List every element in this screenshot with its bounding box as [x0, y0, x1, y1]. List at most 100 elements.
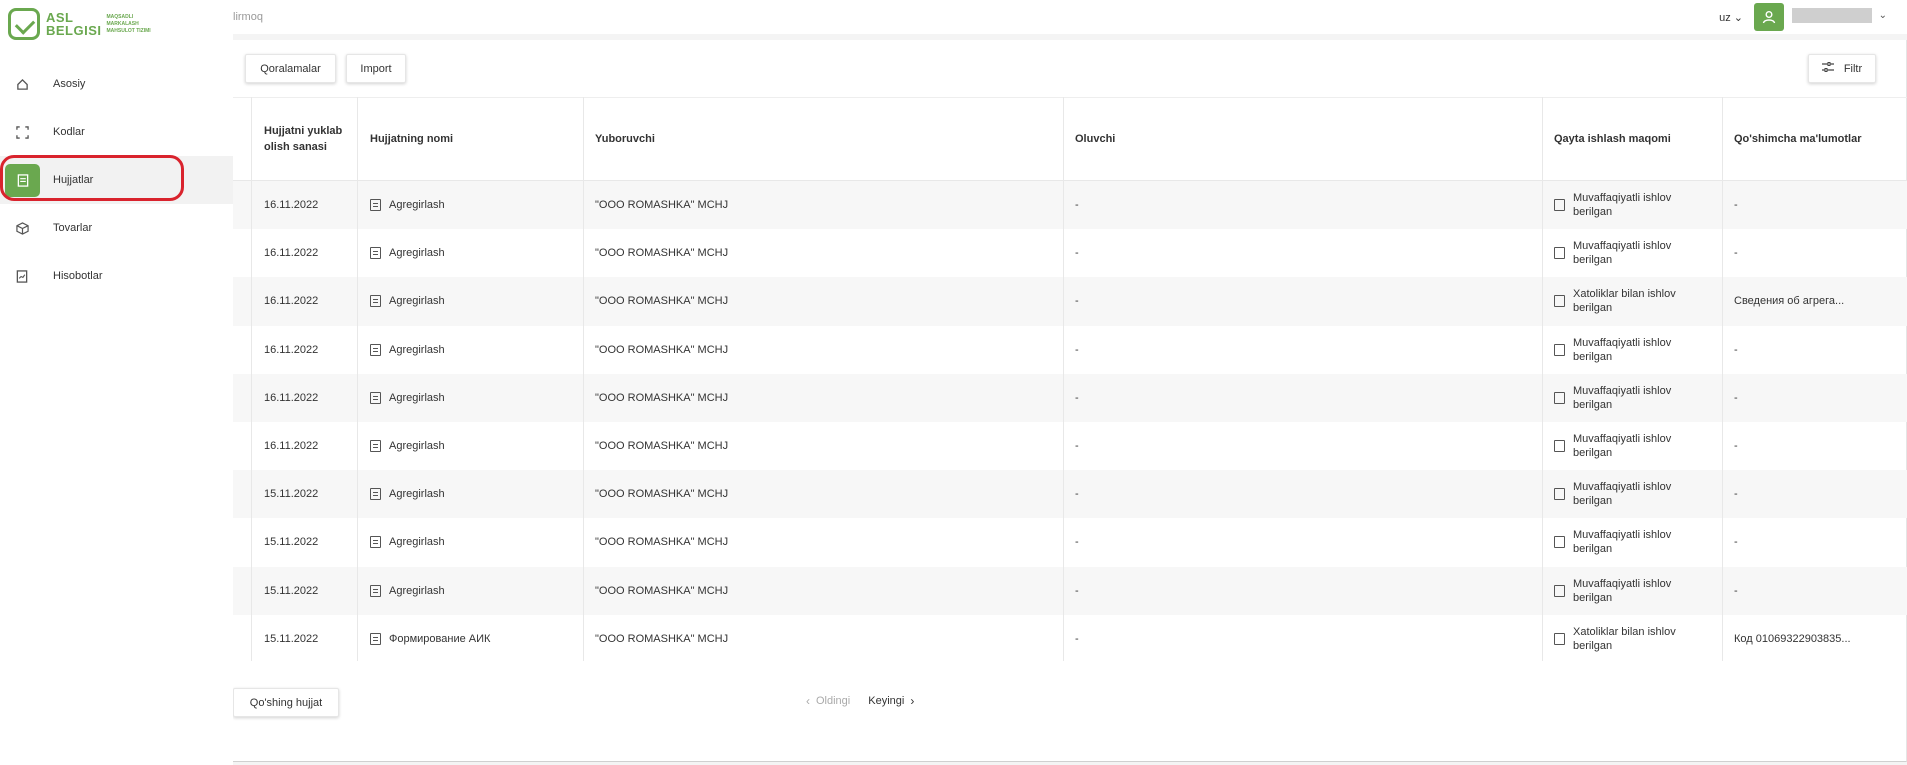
chevron-down-icon: ⌄	[1733, 12, 1743, 24]
table-header-row: Hujjatni yuklab olish sanasi Hujjatning …	[233, 97, 1907, 181]
breadcrumb[interactable]: lirmoq	[233, 11, 263, 23]
document-icon	[5, 164, 40, 197]
cell-sender: "OOO ROMASHKA" MCHJ	[595, 488, 729, 501]
status-text: Muvaffaqiyatli ishlov berilgan	[1573, 240, 1672, 267]
document-edit-icon	[370, 199, 381, 212]
sidebar-item-kodlar[interactable]: Kodlar	[0, 108, 233, 156]
cell-receiver: -	[1075, 536, 1079, 549]
table-row[interactable]: 16.11.2022 Agregirlash "OOO ROMASHKA" MCHJ…	[233, 422, 1907, 470]
status-document-icon	[1554, 199, 1565, 212]
templates-button[interactable]: Qoralamalar	[245, 54, 336, 83]
user-icon	[1762, 11, 1776, 24]
status-document-icon	[1554, 488, 1565, 501]
cell-sender: "OOO ROMASHKA" MCHJ	[595, 247, 729, 260]
cell-status: Muvaffaqiyatli ishlov berilgan	[1554, 326, 1714, 374]
add-document-button[interactable]: Qo'shing hujjat	[233, 688, 339, 717]
document-name-text: Формирование АИК	[389, 632, 491, 645]
cell-document-name[interactable]: Agregirlash	[370, 181, 580, 229]
column-header-receiver[interactable]: Oluvchi	[1075, 98, 1525, 180]
sidebar-item-asosiy[interactable]: Asosiy	[0, 60, 233, 108]
cell-sender: "OOO ROMASHKA" MCHJ	[595, 343, 729, 356]
table-row[interactable]: 16.11.2022 Agregirlash "OOO ROMASHKA" MCHJ…	[233, 181, 1907, 230]
cell-status: Xatoliklar bilan ishlov berilgan	[1554, 277, 1714, 325]
cell-document-name[interactable]: Agregirlash	[370, 422, 580, 470]
avatar[interactable]	[1754, 3, 1784, 31]
cell-sender: "OOO ROMASHKA" MCHJ	[595, 295, 729, 308]
cell-extra-info: -	[1734, 343, 1738, 356]
language-select[interactable]: uz ⌄	[1719, 11, 1743, 24]
table-row[interactable]: 15.11.2022 Agregirlash "OOO ROMASHKA" MCHJ…	[233, 518, 1907, 566]
table-row[interactable]: 15.11.2022 Agregirlash "OOO ROMASHKA" MCHJ…	[233, 470, 1907, 519]
home-icon	[15, 77, 29, 91]
user-name-redacted[interactable]	[1792, 8, 1872, 23]
column-header-extra[interactable]: Qo'shimcha ma'lumotlar	[1734, 98, 1894, 180]
status-document-icon	[1554, 343, 1565, 356]
filter-button[interactable]: Filtr	[1808, 54, 1876, 83]
cell-document-name[interactable]: Agregirlash	[370, 326, 580, 374]
next-page-button[interactable]: Keyingi ›	[868, 694, 920, 708]
cell-receiver: -	[1075, 632, 1079, 645]
cell-document-name[interactable]: Agregirlash	[370, 470, 580, 518]
sidebar-item-label: Kodlar	[53, 126, 85, 138]
document-edit-icon	[370, 488, 381, 501]
logo-check-icon	[8, 8, 40, 40]
sidebar-item-hisobotlar[interactable]: Hisobotlar	[0, 252, 233, 300]
import-button[interactable]: Import	[346, 54, 406, 83]
status-text: Muvaffaqiyatli ishlov berilgan	[1573, 336, 1672, 363]
document-name-text: Agregirlash	[389, 440, 445, 453]
table-row[interactable]: 16.11.2022 Agregirlash "OOO ROMASHKA" MCHJ…	[233, 326, 1907, 374]
column-divider	[583, 97, 584, 661]
cell-receiver: -	[1075, 247, 1079, 260]
document-edit-icon	[370, 584, 381, 597]
document-name-text: Agregirlash	[389, 199, 445, 212]
chevron-left-icon: ‹	[806, 694, 810, 708]
cell-receiver: -	[1075, 584, 1079, 597]
cell-sender: "OOO ROMASHKA" MCHJ	[595, 391, 729, 404]
column-header-sender[interactable]: Yuboruvchi	[595, 98, 1045, 180]
status-document-icon	[1554, 584, 1565, 597]
column-header-name[interactable]: Hujjatning nomi	[370, 98, 580, 180]
chevron-right-icon: ›	[910, 694, 915, 708]
document-name-text: Agregirlash	[389, 488, 445, 501]
chevron-down-icon[interactable]: ⌄	[1879, 10, 1887, 21]
cell-date: 16.11.2022	[264, 391, 319, 404]
sidebar-item-hujjatlar[interactable]: Hujjatlar	[0, 156, 233, 204]
cell-receiver: -	[1075, 199, 1079, 212]
cell-document-name[interactable]: Agregirlash	[370, 374, 580, 422]
cell-document-name[interactable]: Agregirlash	[370, 229, 580, 277]
report-icon	[15, 269, 29, 283]
cell-receiver: -	[1075, 391, 1079, 404]
document-edit-icon	[370, 295, 381, 308]
sliders-icon	[1821, 62, 1834, 75]
cell-status: Muvaffaqiyatli ishlov berilgan	[1554, 374, 1714, 422]
status-document-icon	[1554, 632, 1565, 645]
document-name-text: Agregirlash	[389, 391, 445, 404]
document-edit-icon	[370, 343, 381, 356]
table-row[interactable]: 16.11.2022 Agregirlash "OOO ROMASHKA" MCHJ…	[233, 229, 1907, 277]
cell-extra-info: -	[1734, 391, 1738, 404]
status-text: Muvaffaqiyatli ishlov berilgan	[1573, 481, 1672, 508]
cell-date: 15.11.2022	[264, 584, 319, 597]
cell-document-name[interactable]: Agregirlash	[370, 518, 580, 566]
column-header-date[interactable]: Hujjatni yuklab olish sanasi	[264, 98, 359, 180]
table-row[interactable]: 15.11.2022 Agregirlash "OOO ROMASHKA" MCHJ…	[233, 566, 1907, 615]
previous-page-button[interactable]: ‹ Oldingi	[800, 694, 850, 708]
status-document-icon	[1554, 295, 1565, 308]
column-divider	[1722, 97, 1723, 661]
document-name-text: Agregirlash	[389, 536, 445, 549]
table-row[interactable]: 16.11.2022 Agregirlash "OOO ROMASHKA" MCHJ…	[233, 373, 1907, 422]
documents-card: Qoralamalar Import Filtr Hujjatni yuklab…	[233, 40, 1907, 762]
sidebar-item-tovarlar[interactable]: Tovarlar	[0, 204, 233, 252]
status-document-icon	[1554, 247, 1565, 260]
status-text: Muvaffaqiyatli ishlov berilgan	[1573, 192, 1672, 219]
column-divider	[251, 97, 252, 661]
cell-date: 16.11.2022	[264, 343, 319, 356]
brand-logo[interactable]: ASL BELGISI MAQSADLI MARKALASH MAHSULOT …	[8, 8, 151, 40]
cell-document-name[interactable]: Agregirlash	[370, 567, 580, 615]
cell-document-name[interactable]: Формирование АИК	[370, 615, 580, 663]
cell-document-name[interactable]: Agregirlash	[370, 277, 580, 325]
column-header-status[interactable]: Qayta ishlash maqomi	[1554, 98, 1714, 180]
table-row[interactable]: 16.11.2022 Agregirlash "OOO ROMASHKA" MCHJ…	[233, 277, 1907, 326]
table-row[interactable]: 15.11.2022 Формирование АИК "OOO ROMASHKA"…	[233, 615, 1907, 663]
document-edit-icon	[370, 391, 381, 404]
